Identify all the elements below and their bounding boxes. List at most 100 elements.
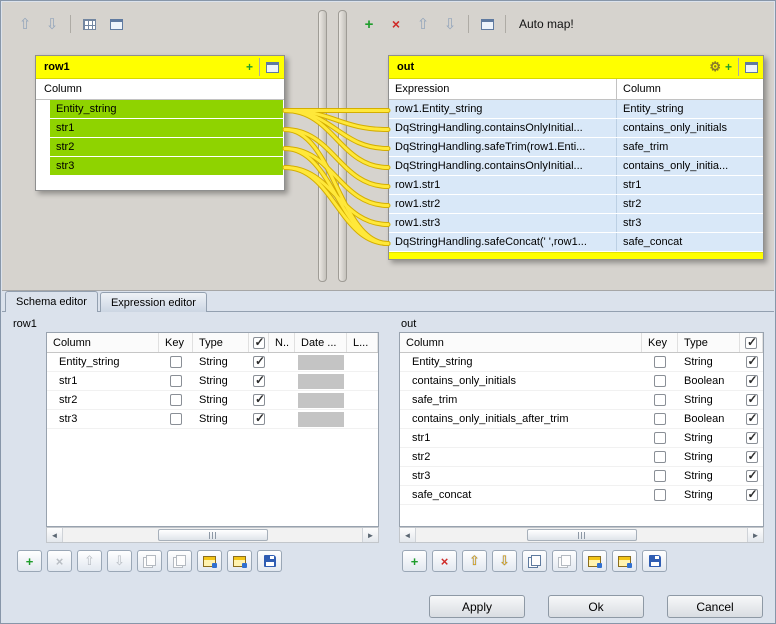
save-schema-button[interactable]	[642, 550, 667, 572]
key-checkbox[interactable]	[654, 356, 666, 368]
output-row[interactable]: DqStringHandling.containsOnlyInitial...c…	[389, 119, 763, 137]
key-checkbox[interactable]	[170, 375, 182, 387]
key-checkbox[interactable]	[654, 394, 666, 406]
type-cell[interactable]: String	[678, 429, 740, 447]
move-up-button[interactable]: ⇧	[412, 13, 434, 35]
nullable-checkbox[interactable]	[253, 375, 265, 387]
schema-row[interactable]: str2 String	[400, 448, 763, 467]
type-cell[interactable]: String	[193, 410, 249, 428]
key-checkbox[interactable]	[654, 375, 666, 387]
left-horizontal-scrollbar[interactable]: ◄ ►	[46, 527, 379, 543]
move-down-button[interactable]: ⇩	[492, 550, 517, 572]
output-row[interactable]: row1.str2str2	[389, 195, 763, 213]
schema-row[interactable]: str3 String	[47, 410, 378, 429]
type-cell[interactable]: String	[678, 467, 740, 485]
column-name-cell[interactable]: Entity_string	[400, 353, 642, 371]
key-header[interactable]: Key	[159, 333, 193, 352]
expression-cell[interactable]: DqStringHandling.safeTrim(row1.Enti...	[389, 138, 617, 156]
nullable-checkbox[interactable]	[253, 394, 265, 406]
add-column-icon[interactable]: +	[725, 60, 732, 74]
type-cell[interactable]: String	[678, 391, 740, 409]
nullable-checkbox[interactable]	[253, 356, 265, 368]
tab-expression-editor[interactable]: Expression editor	[100, 292, 207, 312]
output-row[interactable]: DqStringHandling.safeConcat(' ',row1...s…	[389, 233, 763, 251]
key-checkbox[interactable]	[654, 432, 666, 444]
move-down-button[interactable]: ⇩	[107, 550, 132, 572]
save-schema-button[interactable]	[257, 550, 282, 572]
remove-column-button[interactable]: ×	[432, 550, 457, 572]
schema-row[interactable]: contains_only_initials_after_trim Boolea…	[400, 410, 763, 429]
key-checkbox[interactable]	[170, 356, 182, 368]
input-row[interactable]: Entity_string	[50, 100, 283, 118]
splitter-bar[interactable]	[318, 10, 327, 282]
scroll-right-arrow-icon[interactable]: ►	[362, 528, 378, 542]
column-name-cell[interactable]: str3	[47, 410, 159, 428]
nullable-checkbox[interactable]	[746, 356, 758, 368]
type-cell[interactable]: String	[193, 353, 249, 371]
column-header[interactable]: Column	[47, 333, 159, 352]
export-schema-button[interactable]	[227, 550, 252, 572]
expression-cell[interactable]: row1.str2	[389, 195, 617, 213]
column-name-cell[interactable]: str2	[47, 391, 159, 409]
table-view-button[interactable]	[78, 13, 100, 35]
schema-row[interactable]: Entity_string String	[47, 353, 378, 372]
schema-row[interactable]: str1 String	[400, 429, 763, 448]
schema-row[interactable]: safe_concat String	[400, 486, 763, 505]
copy-button[interactable]	[522, 550, 547, 572]
date-pattern-header[interactable]: Date ...	[295, 333, 347, 352]
add-output-button[interactable]: +	[358, 13, 380, 35]
move-up-button[interactable]: ⇧	[462, 550, 487, 572]
key-checkbox[interactable]	[654, 489, 666, 501]
nullable-checkbox[interactable]	[253, 413, 265, 425]
export-schema-button[interactable]	[612, 550, 637, 572]
add-column-button[interactable]: +	[402, 550, 427, 572]
settings-wrench-icon[interactable]: ⚙	[709, 59, 721, 75]
select-all-checkbox[interactable]	[745, 337, 757, 349]
expression-cell[interactable]: row1.str3	[389, 214, 617, 232]
add-column-button[interactable]: +	[17, 550, 42, 572]
scroll-left-arrow-icon[interactable]: ◄	[47, 528, 63, 542]
expression-cell[interactable]: DqStringHandling.safeConcat(' ',row1...	[389, 233, 617, 251]
nullable-header[interactable]: N..	[269, 333, 295, 352]
scroll-thumb[interactable]	[527, 529, 637, 541]
tab-schema-editor[interactable]: Schema editor	[5, 291, 98, 312]
output-row[interactable]: DqStringHandling.containsOnlyInitial...c…	[389, 157, 763, 175]
type-header[interactable]: Type	[193, 333, 249, 352]
type-cell[interactable]: String	[193, 372, 249, 390]
paste-button[interactable]	[552, 550, 577, 572]
schema-row[interactable]: contains_only_initials Boolean	[400, 372, 763, 391]
column-name-cell[interactable]: safe_concat	[400, 486, 642, 504]
nullable-select-all-header[interactable]	[740, 333, 763, 352]
remove-output-button[interactable]: ×	[385, 13, 407, 35]
input-row[interactable]: str1	[50, 119, 283, 137]
expression-cell[interactable]: row1.str1	[389, 176, 617, 194]
add-column-icon[interactable]: +	[246, 60, 253, 74]
nullable-checkbox[interactable]	[746, 413, 758, 425]
select-all-checkbox[interactable]	[253, 337, 265, 349]
minimap-button[interactable]	[105, 13, 127, 35]
column-name-cell[interactable]: str2	[400, 448, 642, 466]
move-up-button[interactable]: ⇧	[14, 13, 36, 35]
key-checkbox[interactable]	[170, 413, 182, 425]
schema-row[interactable]: str3 String	[400, 467, 763, 486]
scroll-right-arrow-icon[interactable]: ►	[747, 528, 763, 542]
type-cell[interactable]: String	[678, 448, 740, 466]
column-name-cell[interactable]: contains_only_initials_after_trim	[400, 410, 642, 428]
type-cell[interactable]: String	[193, 391, 249, 409]
type-cell[interactable]: Boolean	[678, 372, 740, 390]
column-header[interactable]: Column	[400, 333, 642, 352]
key-checkbox[interactable]	[654, 470, 666, 482]
input-table-title-bar[interactable]: row1 +	[36, 56, 284, 79]
column-name-cell[interactable]: str3	[400, 467, 642, 485]
input-row[interactable]: str2	[50, 138, 283, 156]
schema-row[interactable]: Entity_string String	[400, 353, 763, 372]
import-schema-button[interactable]	[582, 550, 607, 572]
nullable-checkbox[interactable]	[746, 470, 758, 482]
nullable-checkbox[interactable]	[746, 394, 758, 406]
type-cell[interactable]: Boolean	[678, 410, 740, 428]
column-name-cell[interactable]: str1	[400, 429, 642, 447]
output-row[interactable]: row1.str1str1	[389, 176, 763, 194]
expression-cell[interactable]: DqStringHandling.containsOnlyInitial...	[389, 119, 617, 137]
column-name-cell[interactable]: safe_trim	[400, 391, 642, 409]
cancel-button[interactable]: Cancel	[667, 595, 763, 618]
